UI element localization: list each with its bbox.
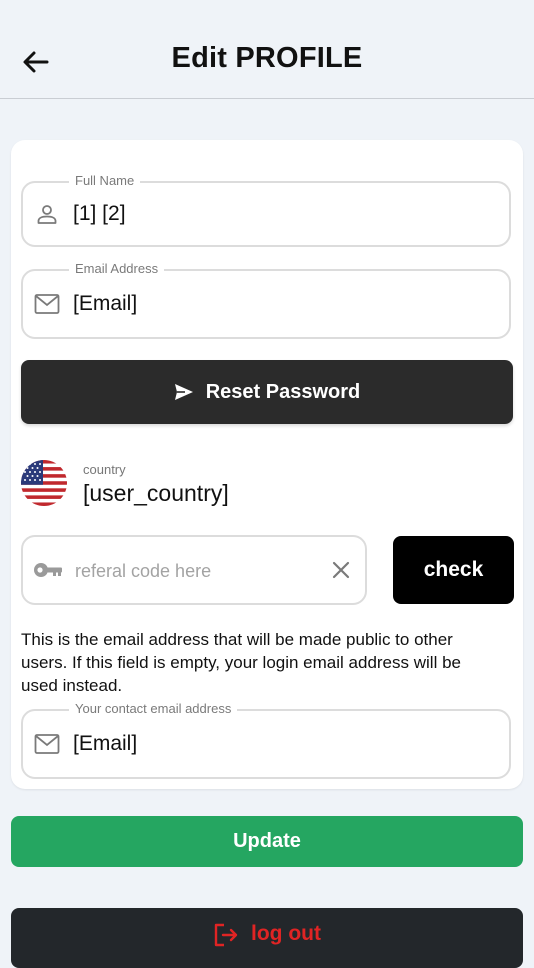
full-name-field[interactable]: Full Name [1] [2] [21, 173, 511, 247]
email-value: [Email] [73, 292, 138, 315]
check-button[interactable]: check [393, 536, 514, 604]
contact-email-label: Your contact email address [69, 701, 238, 717]
profile-form-card: Full Name [1] [2] Email Address [Email] … [11, 140, 523, 789]
send-icon [174, 384, 193, 400]
contact-email-field[interactable]: Your contact email address [Email] [21, 701, 511, 779]
reset-password-label: Reset Password [205, 380, 361, 403]
person-icon [34, 201, 60, 227]
country-value: [user_country] [83, 480, 229, 506]
mail-icon [34, 731, 60, 757]
contact-email-note: This is the email address that will be m… [21, 630, 461, 695]
logout-label: log out [251, 922, 321, 945]
reset-password-button[interactable]: Reset Password [21, 360, 513, 424]
logout-button[interactable]: log out [11, 908, 523, 968]
email-label: Email Address [69, 261, 165, 277]
referral-code-input[interactable] [73, 555, 317, 587]
country-selector[interactable]: country [user_country] [21, 458, 511, 514]
mail-icon [34, 291, 60, 317]
close-icon[interactable] [329, 558, 353, 582]
referral-code-field[interactable] [21, 535, 367, 605]
logout-icon [214, 923, 238, 947]
full-name-label: Full Name [69, 173, 141, 189]
contact-email-value: [Email] [73, 732, 138, 755]
page-title: Edit PROFILE [171, 42, 363, 74]
full-name-value: [1] [2] [73, 202, 126, 225]
us-flag-icon [21, 460, 67, 506]
email-field[interactable]: Email Address [Email] [21, 261, 511, 339]
update-button[interactable]: Update [11, 816, 523, 867]
app-bar: Edit PROFILE [0, 0, 534, 99]
key-icon [34, 563, 62, 577]
country-label: country [83, 462, 126, 477]
